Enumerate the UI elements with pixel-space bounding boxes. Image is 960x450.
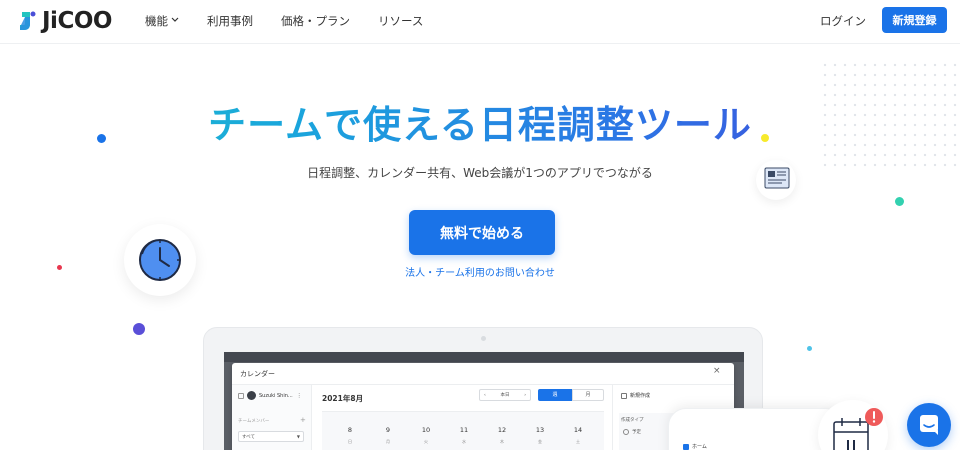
nav-item-pricing[interactable]: 価格・プラン: [281, 13, 350, 29]
day-weekday: 火: [424, 439, 428, 444]
phone-home-label: ホーム: [692, 444, 707, 450]
calendar-sidebar: Suzuki Shin... ⋮ チームメンバー + すべて ▼: [232, 385, 312, 450]
more-icon[interactable]: ⋮: [297, 393, 302, 399]
chevron-down-icon: [171, 16, 179, 26]
calendar-alert-badge: [818, 400, 888, 450]
clock-icon: [139, 239, 181, 281]
logo-mark-icon: [18, 10, 38, 32]
new-event-option[interactable]: 新規作成: [621, 392, 650, 399]
view-week-button[interactable]: 週: [538, 389, 572, 401]
prev-button[interactable]: ‹: [484, 393, 486, 398]
day-weekday: 木: [500, 439, 504, 444]
next-button[interactable]: ›: [524, 393, 526, 398]
laptop-camera: [481, 336, 486, 341]
radio-label: 予定: [632, 430, 641, 435]
team-select-value: すべて: [242, 435, 256, 440]
nav-item-label: 機能: [145, 14, 168, 28]
date-navigator: ‹ 本日 ›: [479, 389, 531, 401]
day-number: 8: [347, 426, 353, 434]
day-number: 10: [421, 426, 431, 434]
calendar-user[interactable]: Suzuki Shin... ⋮: [238, 391, 302, 400]
nav-item-label: リソース: [378, 14, 424, 28]
calendar-modal: カレンダー × Suzuki Shin... ⋮ チームメンバー + すべて ▼…: [232, 363, 734, 450]
today-button[interactable]: 本日: [501, 392, 510, 398]
business-contact-link[interactable]: 法人・チーム利用のお問い合わせ: [0, 264, 960, 279]
close-icon[interactable]: ×: [713, 366, 721, 376]
day-number: 12: [497, 426, 507, 434]
logo[interactable]: JiCOO: [18, 8, 112, 34]
main-nav: 機能 利用事例 価格・プラン リソース: [145, 13, 451, 29]
team-select[interactable]: すべて ▼: [238, 431, 304, 442]
modal-title: カレンダー: [240, 370, 275, 378]
day-number: 14: [573, 426, 583, 434]
nav-item-label: 価格・プラン: [281, 14, 350, 28]
logo-text: JiCOO: [42, 8, 112, 34]
month-label: 2021年8月: [322, 394, 364, 403]
avatar: [247, 391, 256, 400]
view-month-button[interactable]: 月: [572, 389, 604, 401]
radio-circle[interactable]: [623, 429, 629, 435]
chat-icon: [920, 415, 938, 435]
add-member-icon[interactable]: +: [300, 416, 306, 424]
create-type-label: 作成タイプ: [621, 418, 644, 423]
nav-item-resources[interactable]: リソース: [378, 13, 423, 29]
new-event-label: 新規作成: [630, 393, 651, 399]
day-number: 11: [459, 426, 469, 434]
hero-title: チームで使える日程調整ツール: [0, 100, 960, 150]
day-number: 9: [385, 426, 391, 434]
day-weekday: 日: [348, 439, 352, 444]
day-column[interactable]: 11 水: [454, 426, 474, 445]
new-event-checkbox[interactable]: [621, 392, 627, 399]
chevron-down-icon: ▼: [296, 434, 300, 439]
day-number: 13: [535, 426, 545, 434]
team-members-label: チームメンバー: [238, 419, 270, 424]
start-free-button[interactable]: 無料で始める: [409, 210, 555, 255]
phone-mockup: ホーム: [668, 408, 843, 450]
day-column[interactable]: 8 日: [340, 426, 360, 445]
phone-home-item[interactable]: ホーム: [683, 443, 707, 450]
decor-dot-purple: [133, 323, 145, 335]
screen-top-bar: [224, 352, 744, 362]
day-column[interactable]: 14 土: [568, 426, 588, 445]
header: JiCOO 機能 利用事例 価格・プラン リソース ログイン 新規登録: [0, 0, 960, 44]
clock-badge: [124, 224, 196, 296]
day-weekday: 土: [576, 439, 580, 444]
day-weekday: 水: [462, 439, 466, 444]
home-icon: [683, 443, 689, 450]
signup-button[interactable]: 新規登録: [882, 7, 947, 33]
calendar-alert-icon: [833, 408, 883, 450]
day-column[interactable]: 13 金: [530, 426, 550, 445]
week-grid: 8 日 9 月 10 火 11 水 12 木 13 金 14 土: [322, 411, 604, 450]
day-column[interactable]: 9 月: [378, 426, 398, 445]
hero-subtitle: 日程調整、カレンダー共有、Web会議が1つのアプリでつながる: [307, 166, 653, 180]
day-column[interactable]: 12 木: [492, 426, 512, 445]
login-link[interactable]: ログイン: [820, 13, 866, 29]
decor-dot-teal: [895, 197, 904, 206]
chat-launcher-button[interactable]: [907, 403, 951, 447]
nav-item-label: 利用事例: [207, 14, 253, 28]
event-type-radio[interactable]: 予定: [623, 429, 641, 435]
user-checkbox[interactable]: [238, 392, 244, 399]
decor-dot-cyan: [807, 346, 812, 351]
day-weekday: 月: [386, 439, 390, 444]
nav-item-use-cases[interactable]: 利用事例: [207, 13, 253, 29]
nav-item-features[interactable]: 機能: [145, 13, 179, 29]
user-name: Suzuki Shin...: [259, 392, 293, 399]
day-weekday: 金: [538, 439, 542, 444]
day-column[interactable]: 10 火: [416, 426, 436, 445]
